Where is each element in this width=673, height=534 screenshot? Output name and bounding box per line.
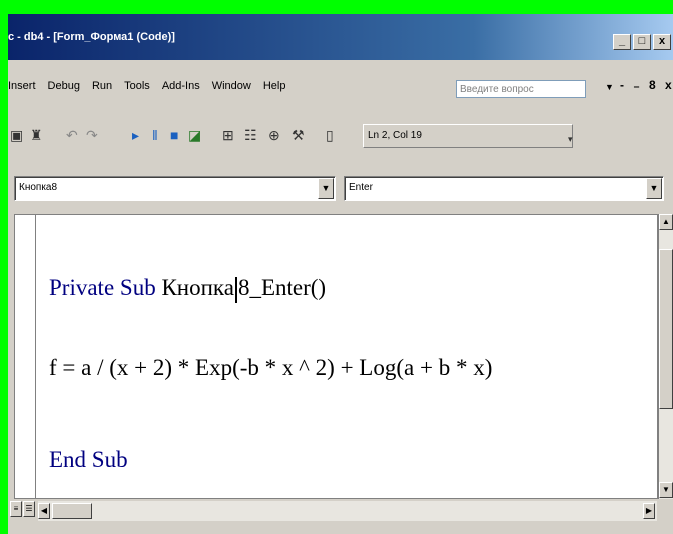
reset-icon[interactable]: ■ (170, 128, 178, 142)
toolbox-icon[interactable]: ⚒ (292, 128, 305, 142)
code-line-2[interactable]: f = a / (x + 2) * Exp(-b * x ^ 2) + Log(… (49, 355, 492, 381)
procedure-view-icon[interactable]: ≡ (10, 501, 22, 517)
procedure-name-end: 8_Enter() (237, 275, 327, 300)
menu-help[interactable]: Help (263, 80, 286, 92)
undo-icon[interactable]: ↶ (66, 128, 78, 142)
procedure-combo[interactable]: Enter ▼ (344, 176, 664, 201)
procedure-combo-value: Enter (349, 182, 373, 193)
keyword-private-sub: Private Sub (49, 275, 162, 300)
scroll-up-icon[interactable]: ▲ (659, 214, 673, 230)
window-controls: _ □ x (613, 34, 671, 50)
menu-tools[interactable]: Tools (124, 80, 150, 92)
standard-toolbar: ▣ ♜ ↶ ↷ ▸ ‖ ■ ◪ ⊞ ☷ ⊕ ⚒ ▯ Ln 2, Col 19 ▾ (8, 118, 673, 150)
margin-indicator-bar (35, 215, 36, 498)
object-browser-icon[interactable]: ⊕ (268, 128, 280, 142)
window-title: c - db4 - [Form_Форма1 (Code)] (8, 31, 175, 43)
horizontal-scroll-thumb[interactable] (52, 503, 92, 519)
mdi-window-controls[interactable]: - ₋ 8 x (620, 78, 673, 92)
title-bar: c - db4 - [Form_Форма1 (Code)] _ □ x (8, 14, 673, 60)
properties-icon[interactable]: ☷ (244, 128, 257, 142)
bottom-bar: ≡ ☰ ◀ ▶ (8, 499, 673, 524)
ask-question-input[interactable]: Введите вопрос (456, 80, 586, 98)
menu-bar: Insert Debug Run Tools Add-Ins Window He… (8, 76, 673, 104)
menu-run[interactable]: Run (92, 80, 112, 92)
chevron-down-icon[interactable]: ▼ (646, 178, 662, 199)
redo-icon[interactable]: ↷ (86, 128, 98, 142)
maximize-button[interactable]: □ (633, 34, 651, 50)
help-icon[interactable]: ▯ (326, 128, 334, 142)
menu-debug[interactable]: Debug (48, 80, 80, 92)
menu-add-ins[interactable]: Add-Ins (162, 80, 200, 92)
menu-insert[interactable]: Insert (8, 80, 36, 92)
horizontal-scrollbar[interactable]: ◀ ▶ (38, 501, 657, 521)
break-icon[interactable]: ‖ (152, 128, 158, 142)
chevron-down-icon[interactable]: ▼ (318, 178, 334, 199)
scroll-thumb[interactable] (659, 249, 673, 409)
minimize-button[interactable]: _ (613, 34, 631, 50)
scroll-down-icon[interactable]: ▼ (659, 482, 673, 498)
object-combo[interactable]: Кнопка8 ▼ (14, 176, 336, 201)
scroll-right-icon[interactable]: ▶ (643, 503, 655, 519)
scroll-left-icon[interactable]: ◀ (38, 503, 50, 519)
cursor-position: Ln 2, Col 19 (368, 130, 422, 141)
find-icon[interactable]: ♜ (30, 128, 43, 142)
vba-editor-window: c - db4 - [Form_Форма1 (Code)] _ □ x Ins… (8, 14, 673, 534)
design-mode-icon[interactable]: ◪ (188, 128, 201, 142)
vertical-scrollbar[interactable]: ▲ ▼ (658, 214, 673, 499)
code-line-1[interactable]: Private Sub Кнопка 8_Enter() (49, 275, 326, 303)
object-combo-value: Кнопка8 (19, 182, 58, 193)
full-module-view-icon[interactable]: ☰ (23, 501, 35, 517)
ask-dropdown-icon[interactable]: ▼ (605, 82, 614, 92)
code-line-3[interactable]: End Sub (49, 447, 128, 473)
text-caret (234, 276, 237, 303)
menu-window[interactable]: Window (212, 80, 251, 92)
run-icon[interactable]: ▸ (132, 128, 139, 142)
project-explorer-icon[interactable]: ⊞ (222, 128, 234, 142)
close-button[interactable]: x (653, 34, 671, 50)
procedure-name-start: Кнопка (161, 275, 234, 300)
save-icon[interactable]: ▣ (10, 128, 23, 142)
toolbar-options-icon[interactable]: ▾ (568, 132, 573, 146)
code-editor[interactable]: Private Sub Кнопка 8_Enter() f = a / (x +… (14, 214, 658, 499)
